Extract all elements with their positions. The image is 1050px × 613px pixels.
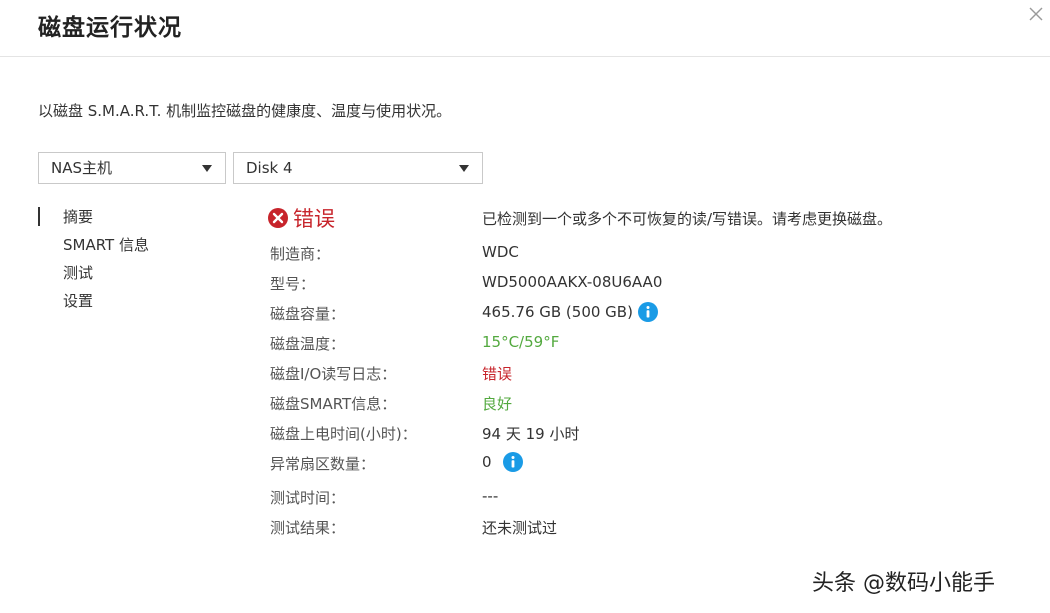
disk-select-value: Disk 4 bbox=[246, 159, 293, 177]
dialog-description: 以磁盘 S.M.A.R.T. 机制监控磁盘的健康度、温度与使用状况。 bbox=[38, 102, 452, 120]
row-label: 磁盘温度： bbox=[270, 335, 346, 353]
info-row-test-result: 测试结果： 还未测试过 bbox=[0, 517, 1050, 541]
host-select-value: NAS主机 bbox=[51, 159, 113, 177]
nav-item-label: 摘要 bbox=[63, 208, 94, 226]
status-label: 错误 bbox=[293, 207, 335, 231]
info-row-smart: 磁盘SMART信息： 良好 bbox=[0, 393, 1050, 417]
chevron-down-icon bbox=[202, 165, 212, 172]
row-label: 型号： bbox=[270, 275, 316, 293]
info-row-temperature: 磁盘温度： 15°C/59°F bbox=[0, 333, 1050, 357]
row-value: 0 bbox=[482, 453, 492, 471]
row-value: 15°C/59°F bbox=[482, 333, 560, 351]
info-row-manufacturer: 制造商： WDC bbox=[0, 243, 1050, 267]
row-label: 磁盘SMART信息： bbox=[270, 395, 397, 413]
row-label: 磁盘I/O读写日志： bbox=[270, 365, 397, 383]
row-value: 465.76 GB (500 GB) bbox=[482, 303, 633, 321]
host-select[interactable]: NAS主机 bbox=[38, 152, 226, 184]
row-value: 良好 bbox=[482, 395, 513, 413]
info-icon[interactable] bbox=[638, 302, 658, 322]
row-value: 错误 bbox=[482, 365, 513, 383]
row-label: 异常扇区数量： bbox=[270, 455, 376, 473]
watermark: 头条 @数码小能手 bbox=[812, 571, 995, 596]
dialog-header: 磁盘运行状况 bbox=[0, 0, 1050, 57]
row-value: --- bbox=[482, 487, 499, 505]
row-label: 磁盘上电时间(小时)： bbox=[270, 425, 417, 443]
info-row-capacity: 磁盘容量： 465.76 GB (500 GB) bbox=[0, 302, 1050, 327]
row-value: 94 天 19 小时 bbox=[482, 425, 580, 443]
info-row-power-on-time: 磁盘上电时间(小时)： 94 天 19 小时 bbox=[0, 423, 1050, 447]
info-row-model: 型号： WD5000AAKX-08U6AA0 bbox=[0, 273, 1050, 297]
row-label: 测试时间： bbox=[270, 489, 346, 507]
row-value: WD5000AAKX-08U6AA0 bbox=[482, 273, 663, 291]
info-row-bad-sectors: 异常扇区数量： 0 bbox=[0, 452, 1050, 477]
info-icon[interactable] bbox=[503, 452, 523, 472]
disk-select[interactable]: Disk 4 bbox=[233, 152, 483, 184]
row-value: 还未测试过 bbox=[482, 519, 558, 537]
row-label: 制造商： bbox=[270, 245, 331, 263]
status-message: 已检测到一个或多个不可恢复的读/写错误。请考虑更换磁盘。 bbox=[482, 210, 893, 228]
chevron-down-icon bbox=[459, 165, 469, 172]
error-circle-icon bbox=[268, 208, 288, 228]
nav-item-summary[interactable]: 摘要 bbox=[38, 207, 149, 235]
info-row-test-time: 测试时间： --- bbox=[0, 487, 1050, 511]
row-label: 测试结果： bbox=[270, 519, 346, 537]
close-icon[interactable] bbox=[1024, 2, 1048, 26]
info-row-io-log: 磁盘I/O读写日志： 错误 bbox=[0, 363, 1050, 387]
dialog-title: 磁盘运行状况 bbox=[38, 15, 182, 41]
row-label: 磁盘容量： bbox=[270, 305, 346, 323]
row-value: WDC bbox=[482, 243, 519, 261]
